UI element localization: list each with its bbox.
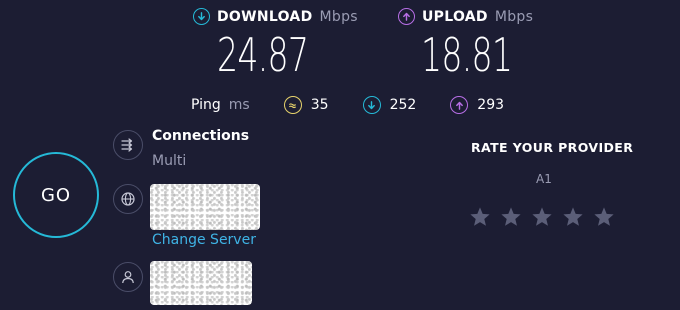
globe-icon	[113, 184, 143, 214]
ping-jitter-value: 35	[310, 97, 329, 113]
rate-title: RATE YOUR PROVIDER	[471, 140, 634, 155]
download-label: DOWNLOAD	[217, 8, 313, 25]
provider-name-redacted	[150, 261, 252, 305]
rate-provider: A1	[536, 172, 552, 186]
star-icon[interactable]	[593, 206, 615, 228]
arrow-down-icon	[193, 8, 210, 25]
server-name-redacted	[150, 184, 260, 230]
rating-stars	[469, 206, 615, 228]
download-unit: Mbps	[319, 8, 358, 25]
star-icon[interactable]	[562, 206, 584, 228]
connections-value: Multi	[152, 153, 187, 169]
connections-title: Connections	[152, 128, 250, 144]
star-icon[interactable]	[469, 206, 491, 228]
ping-unit: ms	[228, 97, 250, 113]
star-icon[interactable]	[500, 206, 522, 228]
upload-header: UPLOAD Mbps	[398, 8, 533, 25]
upload-label: UPLOAD	[422, 8, 488, 25]
arrow-up-icon	[398, 8, 415, 25]
ping-label: Ping	[191, 97, 221, 113]
jitter-icon	[283, 96, 302, 114]
go-button[interactable]: GO	[13, 152, 99, 238]
change-server-link[interactable]: Change Server	[152, 232, 256, 248]
ping-row: Ping ms 35 252 293	[191, 96, 538, 114]
ping-upload-value: 293	[477, 97, 505, 113]
upload-unit: Mbps	[494, 8, 534, 25]
ping-jitter: 35	[283, 96, 329, 114]
ping-upload: 293	[450, 96, 504, 114]
user-icon	[113, 262, 143, 292]
star-icon[interactable]	[531, 206, 553, 228]
ping-download-value: 252	[389, 97, 417, 113]
upload-value: 18.81	[421, 28, 513, 82]
arrow-up-icon	[450, 96, 469, 114]
download-header: DOWNLOAD Mbps	[193, 8, 358, 25]
connections-icon[interactable]	[113, 130, 143, 160]
ping-download: 252	[362, 96, 417, 114]
arrow-down-icon	[362, 96, 381, 114]
download-value: 24.87	[217, 28, 309, 82]
